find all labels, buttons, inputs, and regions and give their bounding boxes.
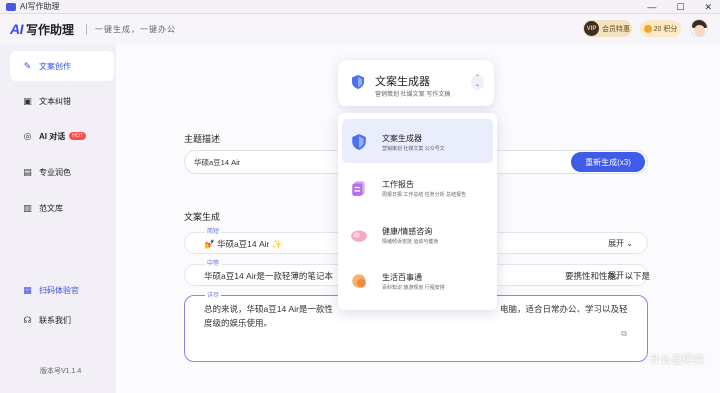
selector-subtitle: 营销策划 社媒文案 写作文稿 — [375, 92, 451, 98]
results-label: 文案生成 — [184, 212, 221, 222]
app-logo-icon — [6, 2, 16, 11]
chat-icon: ◎ — [23, 130, 32, 141]
sidebar-item-label: 文本纠错 — [39, 96, 71, 106]
menu-item-life-tips[interactable]: 生活百事通 百科知识 旅游规划 行程安排 — [342, 258, 493, 302]
generator-menu: 文案生成器 营销策划 社媒文案 公众号文 工作报告 周报日报 工作总结 任务分析… — [338, 113, 497, 310]
menu-item-subtitle: 情绪倾诉安抚 运动与健身 — [382, 239, 439, 245]
minimize-icon[interactable]: — — [647, 2, 656, 12]
vip-offer-button[interactable]: VIP 会员特惠 — [583, 20, 632, 37]
menu-item-title: 工作报告 — [382, 180, 414, 189]
window-controls: — ☐ ✕ — [647, 0, 712, 14]
watermark-logo: 什么值得买 — [650, 355, 705, 366]
expand-button[interactable]: 展开 ⌄ — [608, 238, 633, 249]
result-text: 💅 华硕a豆14 Air ✨ — [204, 239, 283, 249]
points-button[interactable]: 20 积分 — [640, 20, 681, 37]
window-title: AI写作助理 — [20, 2, 60, 11]
brand-name: 写作助理 — [26, 22, 75, 37]
sidebar-item-label: AI 对话 — [39, 131, 66, 141]
sidebar-item-label: 联系我们 — [39, 315, 71, 325]
selector-title: 文案生成器 — [375, 76, 430, 88]
brand-ai: AI — [10, 21, 24, 37]
menu-item-title: 文案生成器 — [382, 134, 422, 143]
result-text: 华硕a豆14 Air是一款轻薄的笔记本 — [204, 271, 333, 281]
sun-icon — [352, 274, 366, 288]
chevron-updown-icon[interactable]: ⌃ ⌄ — [471, 75, 484, 90]
result-line: 度级的娱乐使用。 — [204, 318, 273, 328]
menu-item-copy-generator[interactable]: 文案生成器 营销策划 社媒文案 公众号文 — [342, 119, 493, 163]
copy-icon[interactable]: ⧉ — [621, 329, 627, 339]
doc-check-icon: ▣ — [23, 95, 32, 106]
topic-label: 主题描述 — [184, 134, 221, 144]
result-tag: 中等 — [205, 258, 222, 267]
brand-slogan: 一键生成，一键办公 — [86, 23, 176, 35]
menu-item-subtitle: 周报日报 工作总结 任务分析 总结报告 — [382, 192, 467, 198]
sidebar-item-label: 范文库 — [39, 203, 63, 213]
menu-item-title: 生活百事通 — [382, 273, 422, 282]
sidebar-item-label: 专业润色 — [39, 167, 71, 177]
library-icon: ▥ — [23, 202, 32, 213]
regenerate-button[interactable]: 重新生成(x3) — [571, 152, 645, 172]
sidebar-item-polish[interactable]: ▤ 专业润色 — [10, 157, 114, 187]
hot-badge: HOT — [69, 132, 86, 140]
pen-icon: ✎ — [23, 60, 32, 71]
menu-item-health-emotion[interactable]: 健康/情感咨询 情绪倾诉安抚 运动与健身 — [342, 212, 493, 256]
vip-offer-label: 会员特惠 — [602, 25, 630, 33]
menu-item-subtitle: 百科知识 旅游规划 行程安排 — [382, 285, 445, 291]
chevron-down-icon: ⌄ — [626, 271, 633, 280]
coin-icon — [643, 24, 652, 33]
shield-icon — [352, 75, 364, 89]
heart-cloud-icon — [351, 230, 367, 242]
menu-item-subtitle: 营销策划 社媒文案 公众号文 — [382, 146, 445, 152]
result-tag: 详尽 — [205, 290, 222, 299]
sidebar-item-label: 扫码体验官 — [39, 285, 79, 295]
chevron-down-icon: ⌄ — [626, 239, 633, 248]
headset-icon: ☊ — [23, 314, 32, 325]
sidebar: ✎ 文案创作 ▣ 文本纠错 ◎ AI 对话 HOT ▤ 专业润色 ▥ 范文库 ▦… — [0, 44, 116, 393]
points-label: 20 积分 — [653, 25, 678, 33]
sidebar-item-qr-experience[interactable]: ▦ 扫码体验官 — [10, 275, 114, 305]
sidebar-item-library[interactable]: ▥ 范文库 — [10, 193, 114, 223]
result-tag: 简短 — [205, 226, 222, 235]
qr-icon: ▦ — [23, 284, 32, 295]
polish-icon: ▤ — [23, 166, 32, 177]
brand-logo: AI 写作助理 — [10, 21, 74, 38]
menu-item-work-report[interactable]: 工作报告 周报日报 工作总结 任务分析 总结报告 — [342, 165, 493, 209]
close-icon[interactable]: ✕ — [704, 2, 712, 13]
sidebar-item-copywriting[interactable]: ✎ 文案创作 — [10, 51, 114, 81]
report-stack-icon — [352, 181, 365, 196]
generator-selector[interactable]: 文案生成器 营销策划 社媒文案 写作文稿 ⌃ ⌄ — [338, 60, 494, 106]
sidebar-item-ai-chat[interactable]: ◎ AI 对话 HOT — [10, 121, 114, 151]
app-header: AI 写作助理 一键生成，一键办公 VIP 会员特惠 20 积分 — [0, 14, 720, 44]
result-line-tail: 电脑，适合日常办公、学习以及轻 — [500, 304, 628, 314]
window-titlebar: AI写作助理 — ☐ ✕ — [0, 0, 720, 14]
vip-icon: VIP — [584, 21, 599, 36]
topic-value: 华硕a豆14 Air — [194, 157, 241, 167]
result-line: 总的来说，华硕a豆14 Air是一款性 — [204, 304, 333, 314]
shield-icon — [352, 134, 366, 150]
version-label: 版本号V1.1.4 — [40, 368, 82, 375]
sidebar-item-contact[interactable]: ☊ 联系我们 — [10, 305, 114, 335]
sidebar-item-proofread[interactable]: ▣ 文本纠错 — [10, 86, 114, 116]
expand-button[interactable]: 展开 ⌄ — [608, 270, 633, 281]
menu-item-title: 健康/情感咨询 — [382, 227, 433, 236]
sidebar-item-label: 文案创作 — [39, 61, 71, 71]
maximize-icon[interactable]: ☐ — [676, 2, 684, 13]
avatar[interactable] — [690, 19, 708, 37]
